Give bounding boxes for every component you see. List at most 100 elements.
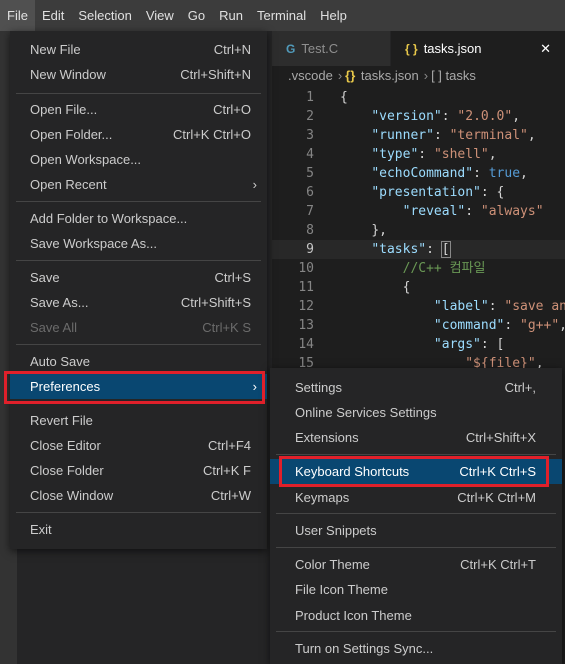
file-menu-item-revert-file[interactable]: Revert File xyxy=(10,408,267,433)
json-file-icon: { } xyxy=(405,42,418,56)
file-menu-item-add-folder-to-workspace[interactable]: Add Folder to Workspace... xyxy=(10,206,267,231)
menu-item-label: User Snippets xyxy=(295,523,377,538)
menu-view[interactable]: View xyxy=(139,0,181,31)
code-line[interactable]: 6 "presentation": { xyxy=(272,183,565,202)
menu-item-label: Add Folder to Workspace... xyxy=(30,211,188,226)
line-number: 13 xyxy=(298,318,314,333)
code-line[interactable]: 12 "label": "save and xyxy=(272,297,565,316)
preferences-submenu: Settings Ctrl+, Online Services Settings Ex… xyxy=(270,368,562,664)
breadcrumb-file[interactable]: tasks.json xyxy=(361,68,419,83)
tab-tasks-json[interactable]: { } tasks.json ✕ xyxy=(391,31,565,66)
code-text: "label": "save and xyxy=(433,299,565,314)
menu-item-label: Auto Save xyxy=(30,354,90,369)
file-menu-item-close-editor[interactable]: Close Editor Ctrl+F4 xyxy=(10,433,267,458)
code-line[interactable]: 4 "type": "shell", xyxy=(272,145,565,164)
breadcrumb-symbol[interactable]: [ ] tasks xyxy=(431,68,476,83)
code-text: "reveal": "always" xyxy=(402,204,544,219)
code-line[interactable]: 7 "reveal": "always" xyxy=(272,202,565,221)
file-menu-item-open-folder[interactable]: Open Folder... Ctrl+K Ctrl+O xyxy=(10,122,267,147)
menu-item-shortcut: Ctrl+K Ctrl+S xyxy=(459,464,536,479)
menu-item-label: Open Recent xyxy=(30,177,107,192)
code-text: "command": "g++", xyxy=(433,318,565,333)
menu-edit[interactable]: Edit xyxy=(35,0,71,31)
menu-item-label: New Window xyxy=(30,67,106,82)
code-line[interactable]: 2 "version": "2.0.0", xyxy=(272,107,565,126)
menu-item-label: Open Workspace... xyxy=(30,152,142,167)
tab-test-c[interactable]: G Test.C xyxy=(272,31,390,66)
menu-item-label: Save All xyxy=(30,320,77,335)
file-menu-item-auto-save[interactable]: Auto Save xyxy=(10,349,267,374)
pref-menu-item-settings[interactable]: Settings Ctrl+, xyxy=(270,375,562,400)
code-text: { xyxy=(402,280,411,295)
file-menu-item-exit[interactable]: Exit xyxy=(10,517,267,542)
menubar: File Edit Selection View Go Run Terminal… xyxy=(0,0,565,31)
menu-item-shortcut: Ctrl+, xyxy=(504,380,536,395)
menu-separator xyxy=(276,513,556,514)
menu-item-label: Exit xyxy=(30,522,52,537)
menu-selection[interactable]: Selection xyxy=(71,0,138,31)
file-menu-item-new-file[interactable]: New File Ctrl+N xyxy=(10,37,267,62)
code-text: { xyxy=(340,90,348,105)
menu-item-shortcut: Ctrl+Shift+S xyxy=(180,295,251,310)
menu-separator xyxy=(16,403,261,404)
close-icon[interactable]: ✕ xyxy=(540,31,551,66)
chevron-right-icon: › xyxy=(252,379,257,394)
file-menu-item-save[interactable]: Save Ctrl+S xyxy=(10,265,267,290)
file-menu-item-save-workspace-as[interactable]: Save Workspace As... xyxy=(10,231,267,256)
code-line[interactable]: 3 "runner": "terminal", xyxy=(272,126,565,145)
pref-menu-item-product-icon-theme[interactable]: Product Icon Theme xyxy=(270,603,562,628)
menu-run[interactable]: Run xyxy=(212,0,250,31)
menu-item-shortcut: Ctrl+K F xyxy=(202,463,251,478)
menu-item-label: Keymaps xyxy=(295,490,350,505)
menu-separator xyxy=(16,93,261,94)
code-text: "presentation": { xyxy=(371,185,505,200)
menu-help[interactable]: Help xyxy=(313,0,354,31)
code-line[interactable]: 11 { xyxy=(272,278,565,297)
pref-menu-item-keyboard-shortcuts[interactable]: Keyboard Shortcuts Ctrl+K Ctrl+S xyxy=(270,459,562,484)
pref-menu-item-file-icon-theme[interactable]: File Icon Theme xyxy=(270,577,562,602)
menu-item-label: Save As... xyxy=(30,295,89,310)
chevron-right-icon: › xyxy=(252,177,257,192)
menu-item-label: Open Folder... xyxy=(30,127,113,142)
code-line[interactable]: 5 "echoCommand": true, xyxy=(272,164,565,183)
pref-menu-item-user-snippets[interactable]: User Snippets xyxy=(270,518,562,543)
code-line[interactable]: 1{ xyxy=(272,88,565,107)
file-menu-item-save-as[interactable]: Save As... Ctrl+Shift+S xyxy=(10,290,267,315)
menu-item-shortcut: Ctrl+K Ctrl+T xyxy=(460,557,536,572)
file-menu-item-save-all[interactable]: Save All Ctrl+K S xyxy=(10,315,267,340)
menu-item-label: New File xyxy=(30,42,81,57)
breadcrumb: .vscode ›{} tasks.json ›[ ] tasks xyxy=(272,66,565,88)
code-text: "type": "shell", xyxy=(371,147,497,162)
code-line[interactable]: 9 "tasks": [ xyxy=(272,240,565,259)
code-text: "args": [ xyxy=(433,337,505,352)
line-number: 1 xyxy=(306,90,314,105)
breadcrumb-folder[interactable]: .vscode xyxy=(288,68,333,83)
menu-item-label: Close Editor xyxy=(30,438,101,453)
file-menu-item-open-recent[interactable]: Open Recent › xyxy=(10,172,267,197)
menu-terminal[interactable]: Terminal xyxy=(250,0,313,31)
code-line[interactable]: 13 "command": "g++", xyxy=(272,316,565,335)
file-menu-item-preferences[interactable]: Preferences › xyxy=(10,374,267,399)
pref-menu-item-color-theme[interactable]: Color Theme Ctrl+K Ctrl+T xyxy=(270,552,562,577)
menu-file[interactable]: File xyxy=(0,0,35,31)
file-menu-item-close-folder[interactable]: Close Folder Ctrl+K F xyxy=(10,458,267,483)
code-line[interactable]: 14 "args": [ xyxy=(272,335,565,354)
line-number: 14 xyxy=(298,337,314,352)
code-line[interactable]: 8 }, xyxy=(272,221,565,240)
menu-item-label: Open File... xyxy=(30,102,98,117)
file-menu-item-open-file[interactable]: Open File... Ctrl+O xyxy=(10,97,267,122)
line-number: 4 xyxy=(306,147,314,162)
pref-menu-item-keymaps[interactable]: Keymaps Ctrl+K Ctrl+M xyxy=(270,485,562,510)
file-menu-item-new-window[interactable]: New Window Ctrl+Shift+N xyxy=(10,62,267,87)
code-line[interactable]: 10 //C++ 컴파일 xyxy=(272,259,565,278)
file-menu-item-open-workspace[interactable]: Open Workspace... xyxy=(10,147,267,172)
file-menu-item-close-window[interactable]: Close Window Ctrl+W xyxy=(10,483,267,508)
menu-go[interactable]: Go xyxy=(181,0,212,31)
menu-separator xyxy=(276,547,556,548)
pref-menu-item-online-services-settings[interactable]: Online Services Settings xyxy=(270,400,562,425)
pref-menu-item-turn-on-settings-sync[interactable]: Turn on Settings Sync... xyxy=(270,636,562,661)
pref-menu-item-extensions[interactable]: Extensions Ctrl+Shift+X xyxy=(270,425,562,450)
menu-item-shortcut: Ctrl+F4 xyxy=(208,438,251,453)
menu-item-shortcut: Ctrl+Shift+X xyxy=(465,430,536,445)
code-text: }, xyxy=(371,223,387,238)
